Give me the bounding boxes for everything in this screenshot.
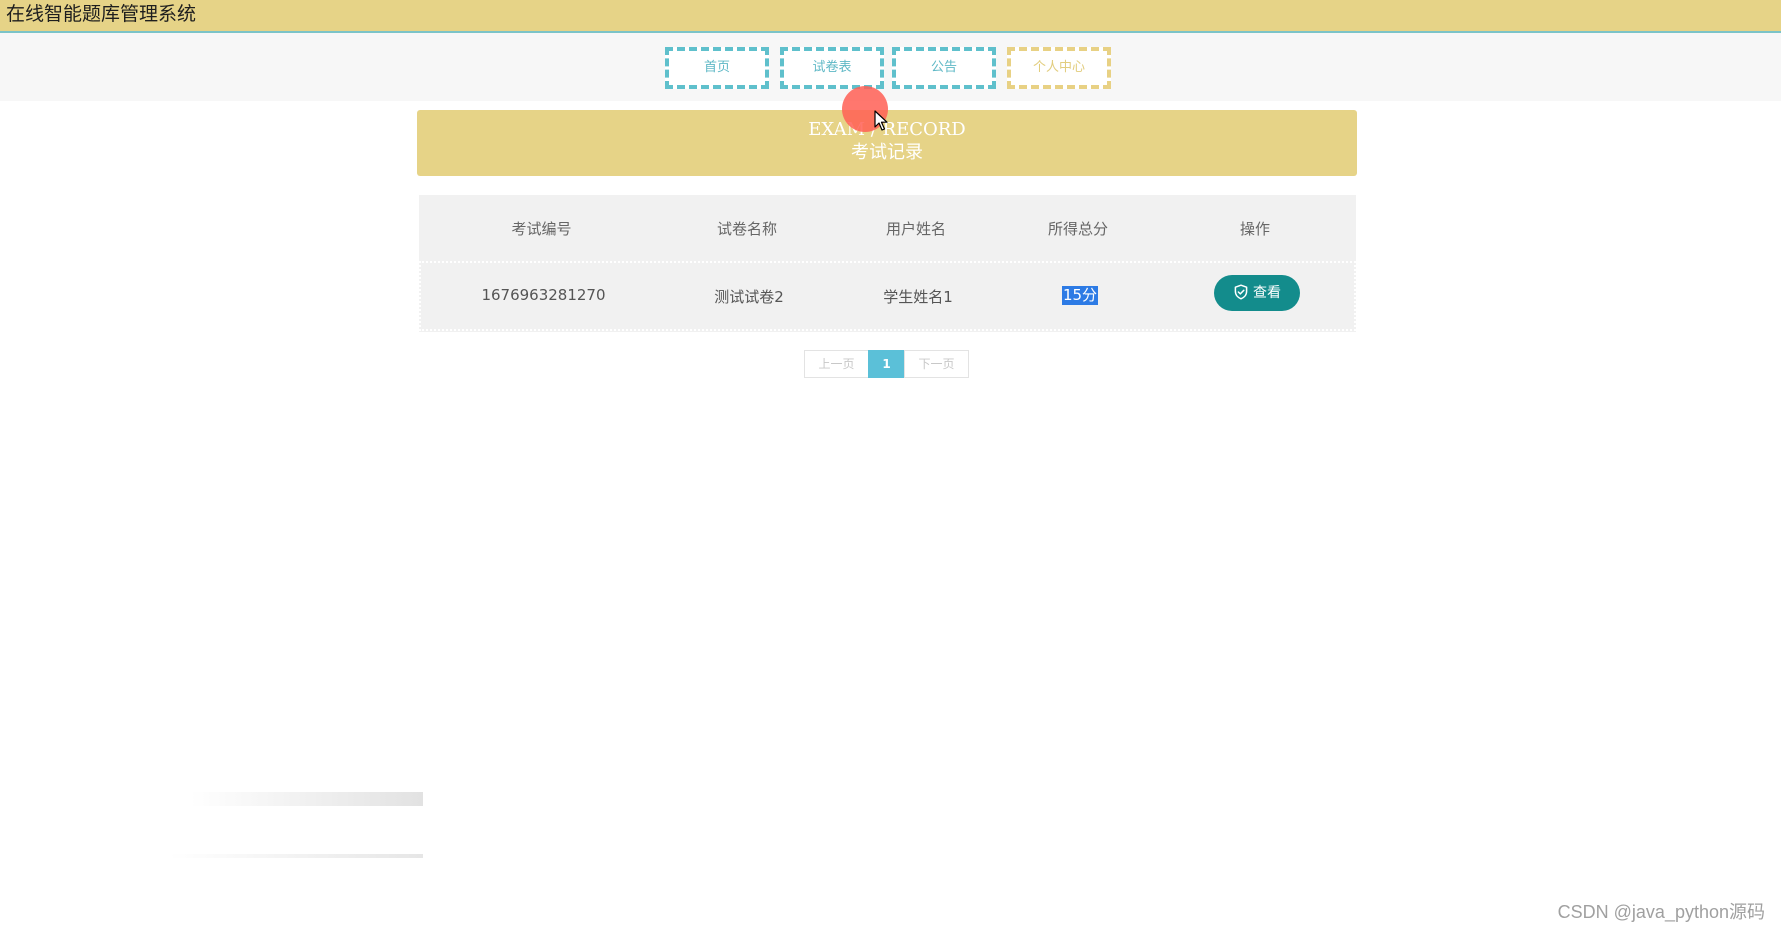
view-button[interactable]: 查看 — [1214, 275, 1300, 311]
nav-item-personal-center[interactable]: 个人中心 — [1007, 47, 1111, 89]
column-header-score: 所得总分 — [1047, 220, 1108, 238]
mouse-cursor-icon — [874, 110, 888, 131]
exam-record-table: 考试编号 试卷名称 用户姓名 所得总分 操作 1676963281270 测试试… — [419, 195, 1356, 332]
nav-item-announcements[interactable]: 公告 — [892, 47, 996, 89]
column-header-exam-id: 考试编号 — [511, 220, 572, 238]
column-header-action: 操作 — [1239, 220, 1270, 238]
banner-title-cn: 考试记录 — [851, 142, 923, 163]
top-header: 在线智能题库管理系统 — [0, 0, 1781, 33]
table-header: 考试编号 试卷名称 用户姓名 所得总分 操作 — [419, 195, 1356, 261]
next-page-button[interactable]: 下一页 — [904, 350, 969, 378]
shield-check-icon — [1234, 283, 1248, 300]
decorative-divider — [0, 792, 423, 806]
cell-score: 15分 — [1004, 286, 1156, 305]
watermark: CSDN @java_python源码 — [1557, 902, 1765, 922]
score-value: 15分 — [1061, 286, 1099, 305]
decorative-divider — [0, 854, 423, 858]
column-header-user-name: 用户姓名 — [885, 220, 946, 238]
view-button-label: 查看 — [1253, 285, 1281, 301]
prev-page-button[interactable]: 上一页 — [804, 350, 869, 378]
table-row: 1676963281270 测试试卷2 学生姓名1 15分 查看 — [419, 261, 1356, 331]
cell-user-name: 学生姓名1 — [883, 288, 953, 306]
nav-bar: 首页 试卷表 公告 个人中心 — [0, 33, 1781, 101]
cell-paper-name: 测试试卷2 — [714, 288, 784, 306]
cell-exam-id: 1676963281270 — [481, 286, 606, 304]
page-number-button[interactable]: 1 — [868, 350, 905, 378]
nav-item-exam-papers[interactable]: 试卷表 — [780, 47, 884, 89]
nav-item-home[interactable]: 首页 — [665, 47, 769, 89]
column-header-paper-name: 试卷名称 — [716, 220, 777, 238]
app-title: 在线智能题库管理系统 — [6, 3, 197, 25]
